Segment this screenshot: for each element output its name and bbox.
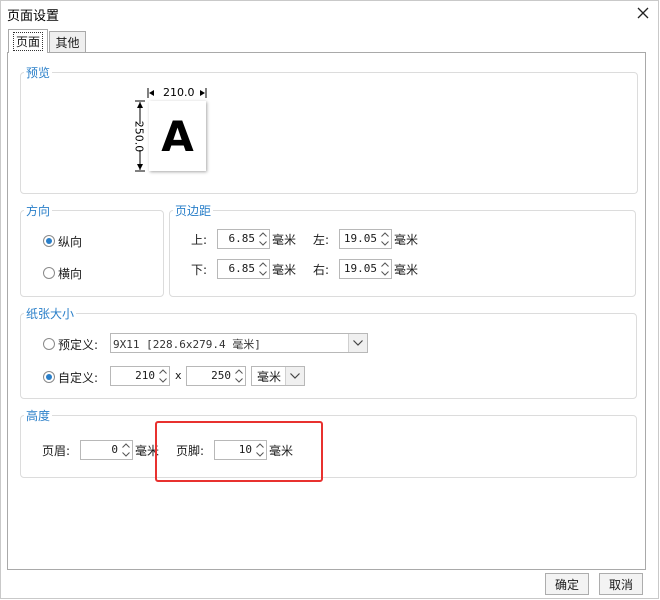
margin-top-up-button[interactable] <box>257 230 269 239</box>
header-label: 页眉: <box>42 444 71 458</box>
custom-unit-dropdown-button[interactable] <box>285 367 304 385</box>
preview-group-title: 预览 <box>24 64 53 81</box>
custom-width-value: 210 <box>135 369 155 382</box>
chevron-up-icon <box>381 262 389 267</box>
tab-page[interactable]: 页面 <box>8 29 48 53</box>
title-bar: 页面设置 <box>0 0 660 26</box>
chevron-down-icon <box>159 378 167 383</box>
margins-group-title: 页边距 <box>173 202 214 219</box>
predefined-label: 预定义: <box>58 338 99 352</box>
chevron-up-icon <box>159 369 167 374</box>
preview-width-value: 210.0 <box>162 86 196 99</box>
margin-left-label: 左: <box>313 233 330 247</box>
chevron-up-icon <box>235 369 243 374</box>
paper-size-group-title: 纸张大小 <box>24 305 77 322</box>
chevron-down-icon <box>381 241 389 246</box>
margin-right-down-button[interactable] <box>379 269 391 278</box>
predefined-paper-value: 9X11 [228.6x279.4 毫米] <box>113 338 261 351</box>
preview-group <box>20 72 638 194</box>
close-icon <box>637 7 649 19</box>
chevron-down-icon <box>259 271 267 276</box>
custom-height-stepper[interactable]: 250 <box>186 366 246 386</box>
custom-width-down-button[interactable] <box>157 376 169 385</box>
margin-left-down-button[interactable] <box>379 239 391 248</box>
custom-height-down-button[interactable] <box>233 376 245 385</box>
orientation-group-title: 方向 <box>24 202 53 219</box>
chevron-down-icon <box>290 373 300 379</box>
custom-unit-select[interactable]: 毫米 <box>251 366 305 386</box>
margin-top-value: 6.85 <box>228 232 256 245</box>
chevron-down-icon <box>235 378 243 383</box>
margin-bottom-unit: 毫米 <box>272 263 297 277</box>
orientation-group <box>20 210 164 297</box>
predefined-dropdown-button[interactable] <box>348 334 367 352</box>
margin-bottom-down-button[interactable] <box>257 269 269 278</box>
window-title: 页面设置 <box>7 9 60 24</box>
predefined-paper-select[interactable]: 9X11 [228.6x279.4 毫米] <box>110 333 368 353</box>
height-group-title: 高度 <box>24 407 53 424</box>
margin-right-value: 19.05 <box>343 262 377 275</box>
portrait-label: 纵向 <box>58 235 83 249</box>
custom-width-stepper[interactable]: 210 <box>110 366 170 386</box>
close-button[interactable] <box>628 0 658 26</box>
margins-group <box>169 210 636 297</box>
paper-preview: A <box>149 101 206 171</box>
chevron-down-icon <box>381 271 389 276</box>
margin-bottom-stepper[interactable]: 6.85 <box>217 259 270 279</box>
margin-right-up-button[interactable] <box>379 260 391 269</box>
custom-unit-value: 毫米 <box>257 370 282 384</box>
header-height-stepper[interactable]: 0 <box>80 440 133 460</box>
header-height-down-button[interactable] <box>120 450 132 459</box>
predefined-radio[interactable] <box>43 338 55 350</box>
chevron-up-icon <box>122 443 130 448</box>
chevron-down-icon <box>122 452 130 457</box>
custom-height-up-button[interactable] <box>233 367 245 376</box>
margin-left-unit: 毫米 <box>394 233 419 247</box>
margin-bottom-label: 下: <box>191 263 208 277</box>
portrait-radio[interactable] <box>43 235 55 247</box>
margin-top-stepper[interactable]: 6.85 <box>217 229 270 249</box>
custom-size-separator: x <box>175 369 182 382</box>
margin-bottom-value: 6.85 <box>228 262 256 275</box>
paper-size-group <box>20 313 637 399</box>
margin-left-up-button[interactable] <box>379 230 391 239</box>
chevron-down-icon <box>353 340 363 346</box>
custom-label: 自定义: <box>58 371 99 385</box>
tab-page-label: 页面 <box>12 32 43 51</box>
landscape-label: 横向 <box>58 267 83 281</box>
margin-left-stepper[interactable]: 19.05 <box>339 229 392 249</box>
tab-other-label: 其他 <box>55 36 80 50</box>
margin-top-unit: 毫米 <box>272 233 297 247</box>
paper-preview-letter: A <box>161 111 194 161</box>
custom-radio[interactable] <box>43 371 55 383</box>
tab-other[interactable]: 其他 <box>49 31 86 53</box>
margin-right-stepper[interactable]: 19.05 <box>339 259 392 279</box>
chevron-down-icon <box>259 241 267 246</box>
chevron-up-icon <box>259 262 267 267</box>
chevron-up-icon <box>259 232 267 237</box>
margin-left-value: 19.05 <box>343 232 377 245</box>
header-height-value: 0 <box>111 443 118 456</box>
ok-button[interactable]: 确定 <box>545 573 589 595</box>
cancel-button[interactable]: 取消 <box>599 573 643 595</box>
margin-top-label: 上: <box>191 233 208 247</box>
header-height-up-button[interactable] <box>120 441 132 450</box>
custom-height-value: 250 <box>211 369 231 382</box>
preview-height-value: 250.0 <box>132 120 146 153</box>
margin-right-label: 右: <box>313 263 330 277</box>
footer-highlight-box <box>155 421 323 482</box>
custom-width-up-button[interactable] <box>157 367 169 376</box>
margin-right-unit: 毫米 <box>394 263 419 277</box>
landscape-radio[interactable] <box>43 267 55 279</box>
chevron-up-icon <box>381 232 389 237</box>
margin-bottom-up-button[interactable] <box>257 260 269 269</box>
margin-top-down-button[interactable] <box>257 239 269 248</box>
